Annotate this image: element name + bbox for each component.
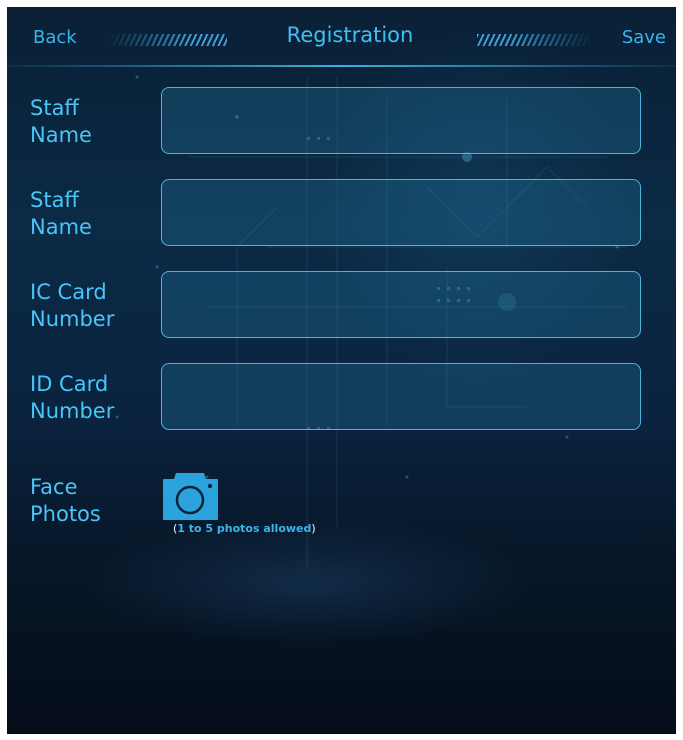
save-button[interactable]: Save — [622, 27, 666, 48]
header-divider — [7, 65, 676, 67]
staff-name-2-input[interactable] — [161, 179, 641, 246]
page-title: Registration — [286, 23, 414, 47]
header-right-hatch-decoration — [477, 34, 592, 46]
registration-screen: Back Registration Save Staff Name Staff … — [7, 7, 676, 734]
hint-text: 1 to 5 photos allowed — [177, 522, 312, 535]
id-card-number-input[interactable] — [161, 363, 641, 430]
hint-close-paren: ) — [311, 522, 316, 535]
face-photos-label: Face Photos — [30, 475, 101, 526]
ic-card-number-label: IC Card Number — [30, 280, 115, 331]
id-card-number-label: ID Card Number — [30, 372, 115, 423]
ic-card-number-input[interactable] — [161, 271, 641, 338]
photo-limit-hint: (1 to 5 photos allowed) — [173, 522, 316, 535]
header-left-hatch-decoration — [107, 34, 227, 46]
add-face-photo-button[interactable] — [162, 469, 219, 521]
form-row-staff-name-2: Staff Name — [7, 179, 676, 249]
top-bar: Back Registration Save — [7, 7, 676, 67]
form-row-ic-card-number: IC Card Number — [7, 271, 676, 341]
staff-name-label: Staff Name — [30, 96, 92, 147]
camera-icon — [163, 473, 218, 520]
staff-name-input[interactable] — [161, 87, 641, 154]
staff-name-2-label: Staff Name — [30, 188, 92, 239]
form-row-id-card-number: ID Card Number — [7, 363, 676, 433]
form-row-staff-name: Staff Name — [7, 87, 676, 157]
back-button[interactable]: Back — [33, 27, 77, 48]
